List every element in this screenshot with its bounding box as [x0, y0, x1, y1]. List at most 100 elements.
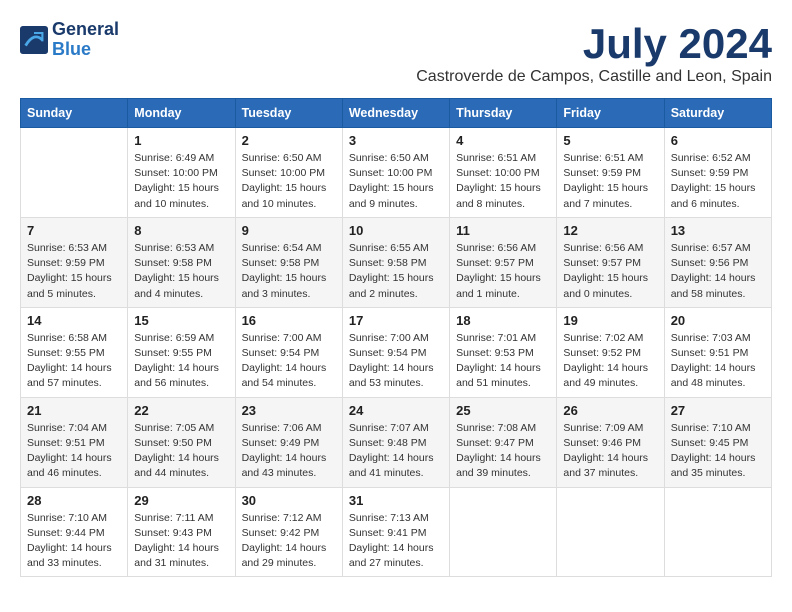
calendar-cell [21, 128, 128, 218]
day-info: Sunrise: 7:04 AM Sunset: 9:51 PM Dayligh… [27, 421, 121, 482]
calendar-cell: 13Sunrise: 6:57 AM Sunset: 9:56 PM Dayli… [664, 217, 771, 307]
title-section: July 2024 Castroverde de Campos, Castill… [416, 20, 772, 96]
day-number: 15 [134, 313, 228, 328]
day-number: 23 [242, 403, 336, 418]
calendar-week-4: 28Sunrise: 7:10 AM Sunset: 9:44 PM Dayli… [21, 487, 772, 577]
day-info: Sunrise: 6:56 AM Sunset: 9:57 PM Dayligh… [456, 241, 550, 302]
calendar-cell: 21 Sunrise: 7:04 AM Sunset: 9:51 PM Dayli… [21, 397, 128, 487]
day-number: 25 [456, 403, 550, 418]
day-info: Sunrise: 6:54 AM Sunset: 9:58 PM Dayligh… [242, 241, 336, 302]
header-tuesday: Tuesday [235, 99, 342, 128]
header-monday: Monday [128, 99, 235, 128]
calendar-cell: 31Sunrise: 7:13 AM Sunset: 9:41 PM Dayli… [342, 487, 449, 577]
day-number: 19 [563, 313, 657, 328]
day-info: Sunrise: 6:53 AM Sunset: 9:58 PM Dayligh… [134, 241, 228, 302]
calendar-cell: 9 Sunrise: 6:54 AM Sunset: 9:58 PM Daylig… [235, 217, 342, 307]
calendar-cell: 10 Sunrise: 6:55 AM Sunset: 9:58 PM Dayli… [342, 217, 449, 307]
calendar-cell: 5Sunrise: 6:51 AM Sunset: 9:59 PM Daylig… [557, 128, 664, 218]
day-number: 8 [134, 223, 228, 238]
calendar-cell: 2 Sunrise: 6:50 AM Sunset: 10:00 PM Dayli… [235, 128, 342, 218]
day-number: 22 [134, 403, 228, 418]
day-info: Sunrise: 6:49 AM Sunset: 10:00 PM Daylig… [134, 151, 228, 212]
calendar-cell: 24 Sunrise: 7:07 AM Sunset: 9:48 PM Dayli… [342, 397, 449, 487]
calendar-cell: 25 Sunrise: 7:08 AM Sunset: 9:47 PM Dayli… [450, 397, 557, 487]
day-info: Sunrise: 6:50 AM Sunset: 10:00 PM Daylig… [242, 151, 336, 212]
calendar-cell: 16Sunrise: 7:00 AM Sunset: 9:54 PM Dayli… [235, 307, 342, 397]
day-number: 29 [134, 493, 228, 508]
calendar-cell [557, 487, 664, 577]
calendar-cell [450, 487, 557, 577]
calendar-header: Sunday Monday Tuesday Wednesday Thursday… [21, 99, 772, 128]
day-info: Sunrise: 6:50 AM Sunset: 10:00 PM Daylig… [349, 151, 443, 212]
day-number: 21 [27, 403, 121, 418]
logo: General Blue [20, 20, 119, 60]
day-number: 18 [456, 313, 550, 328]
calendar-cell: 19Sunrise: 7:02 AM Sunset: 9:52 PM Dayli… [557, 307, 664, 397]
day-info: Sunrise: 7:03 AM Sunset: 9:51 PM Dayligh… [671, 331, 765, 392]
day-number: 17 [349, 313, 443, 328]
calendar-week-2: 14 Sunrise: 6:58 AM Sunset: 9:55 PM Dayli… [21, 307, 772, 397]
calendar-cell: 18Sunrise: 7:01 AM Sunset: 9:53 PM Dayli… [450, 307, 557, 397]
calendar-cell: 17 Sunrise: 7:00 AM Sunset: 9:54 PM Dayli… [342, 307, 449, 397]
day-number: 6 [671, 133, 765, 148]
day-info: Sunrise: 7:08 AM Sunset: 9:47 PM Dayligh… [456, 421, 550, 482]
day-info: Sunrise: 7:00 AM Sunset: 9:54 PM Dayligh… [349, 331, 443, 392]
day-info: Sunrise: 6:59 AM Sunset: 9:55 PM Dayligh… [134, 331, 228, 392]
day-number: 24 [349, 403, 443, 418]
day-info: Sunrise: 7:10 AM Sunset: 9:45 PM Dayligh… [671, 421, 765, 482]
header-saturday: Saturday [664, 99, 771, 128]
calendar-cell: 26 Sunrise: 7:09 AM Sunset: 9:46 PM Dayli… [557, 397, 664, 487]
day-number: 4 [456, 133, 550, 148]
calendar-cell: 1 Sunrise: 6:49 AM Sunset: 10:00 PM Dayli… [128, 128, 235, 218]
calendar-cell: 7Sunrise: 6:53 AM Sunset: 9:59 PM Daylig… [21, 217, 128, 307]
day-number: 13 [671, 223, 765, 238]
day-number: 3 [349, 133, 443, 148]
day-info: Sunrise: 6:52 AM Sunset: 9:59 PM Dayligh… [671, 151, 765, 212]
calendar-cell: 4 Sunrise: 6:51 AM Sunset: 10:00 PM Dayli… [450, 128, 557, 218]
day-number: 12 [563, 223, 657, 238]
day-number: 9 [242, 223, 336, 238]
calendar-cell [664, 487, 771, 577]
calendar-body: 1 Sunrise: 6:49 AM Sunset: 10:00 PM Dayli… [21, 128, 772, 577]
day-info: Sunrise: 7:11 AM Sunset: 9:43 PM Dayligh… [134, 511, 228, 572]
day-number: 30 [242, 493, 336, 508]
day-info: Sunrise: 6:55 AM Sunset: 9:58 PM Dayligh… [349, 241, 443, 302]
calendar-cell: 6 Sunrise: 6:52 AM Sunset: 9:59 PM Daylig… [664, 128, 771, 218]
calendar-cell: 11Sunrise: 6:56 AM Sunset: 9:57 PM Dayli… [450, 217, 557, 307]
day-number: 10 [349, 223, 443, 238]
logo-icon [20, 26, 48, 54]
day-number: 20 [671, 313, 765, 328]
header-friday: Friday [557, 99, 664, 128]
calendar-cell: 3 Sunrise: 6:50 AM Sunset: 10:00 PM Dayli… [342, 128, 449, 218]
day-number: 1 [134, 133, 228, 148]
calendar-week-3: 21 Sunrise: 7:04 AM Sunset: 9:51 PM Dayli… [21, 397, 772, 487]
day-info: Sunrise: 7:10 AM Sunset: 9:44 PM Dayligh… [27, 511, 121, 572]
top-bar: General Blue July 2024 Castroverde de Ca… [20, 20, 772, 98]
day-info: Sunrise: 7:09 AM Sunset: 9:46 PM Dayligh… [563, 421, 657, 482]
header-thursday: Thursday [450, 99, 557, 128]
day-info: Sunrise: 7:07 AM Sunset: 9:48 PM Dayligh… [349, 421, 443, 482]
day-info: Sunrise: 7:12 AM Sunset: 9:42 PM Dayligh… [242, 511, 336, 572]
calendar-table: Sunday Monday Tuesday Wednesday Thursday… [20, 98, 772, 577]
day-info: Sunrise: 7:05 AM Sunset: 9:50 PM Dayligh… [134, 421, 228, 482]
month-title: July 2024 [416, 20, 772, 68]
calendar-cell: 14 Sunrise: 6:58 AM Sunset: 9:55 PM Dayli… [21, 307, 128, 397]
calendar-cell: 23Sunrise: 7:06 AM Sunset: 9:49 PM Dayli… [235, 397, 342, 487]
day-info: Sunrise: 6:53 AM Sunset: 9:59 PM Dayligh… [27, 241, 121, 302]
calendar-cell: 29 Sunrise: 7:11 AM Sunset: 9:43 PM Dayli… [128, 487, 235, 577]
calendar-cell: 8 Sunrise: 6:53 AM Sunset: 9:58 PM Daylig… [128, 217, 235, 307]
day-number: 2 [242, 133, 336, 148]
day-number: 14 [27, 313, 121, 328]
day-number: 5 [563, 133, 657, 148]
header-wednesday: Wednesday [342, 99, 449, 128]
calendar-cell: 27Sunrise: 7:10 AM Sunset: 9:45 PM Dayli… [664, 397, 771, 487]
day-info: Sunrise: 6:51 AM Sunset: 10:00 PM Daylig… [456, 151, 550, 212]
calendar-week-0: 1 Sunrise: 6:49 AM Sunset: 10:00 PM Dayli… [21, 128, 772, 218]
day-info: Sunrise: 6:58 AM Sunset: 9:55 PM Dayligh… [27, 331, 121, 392]
day-number: 31 [349, 493, 443, 508]
logo-general: General [52, 19, 119, 39]
day-number: 26 [563, 403, 657, 418]
day-info: Sunrise: 7:00 AM Sunset: 9:54 PM Dayligh… [242, 331, 336, 392]
logo-blue: Blue [52, 39, 91, 59]
calendar-cell: 12Sunrise: 6:56 AM Sunset: 9:57 PM Dayli… [557, 217, 664, 307]
